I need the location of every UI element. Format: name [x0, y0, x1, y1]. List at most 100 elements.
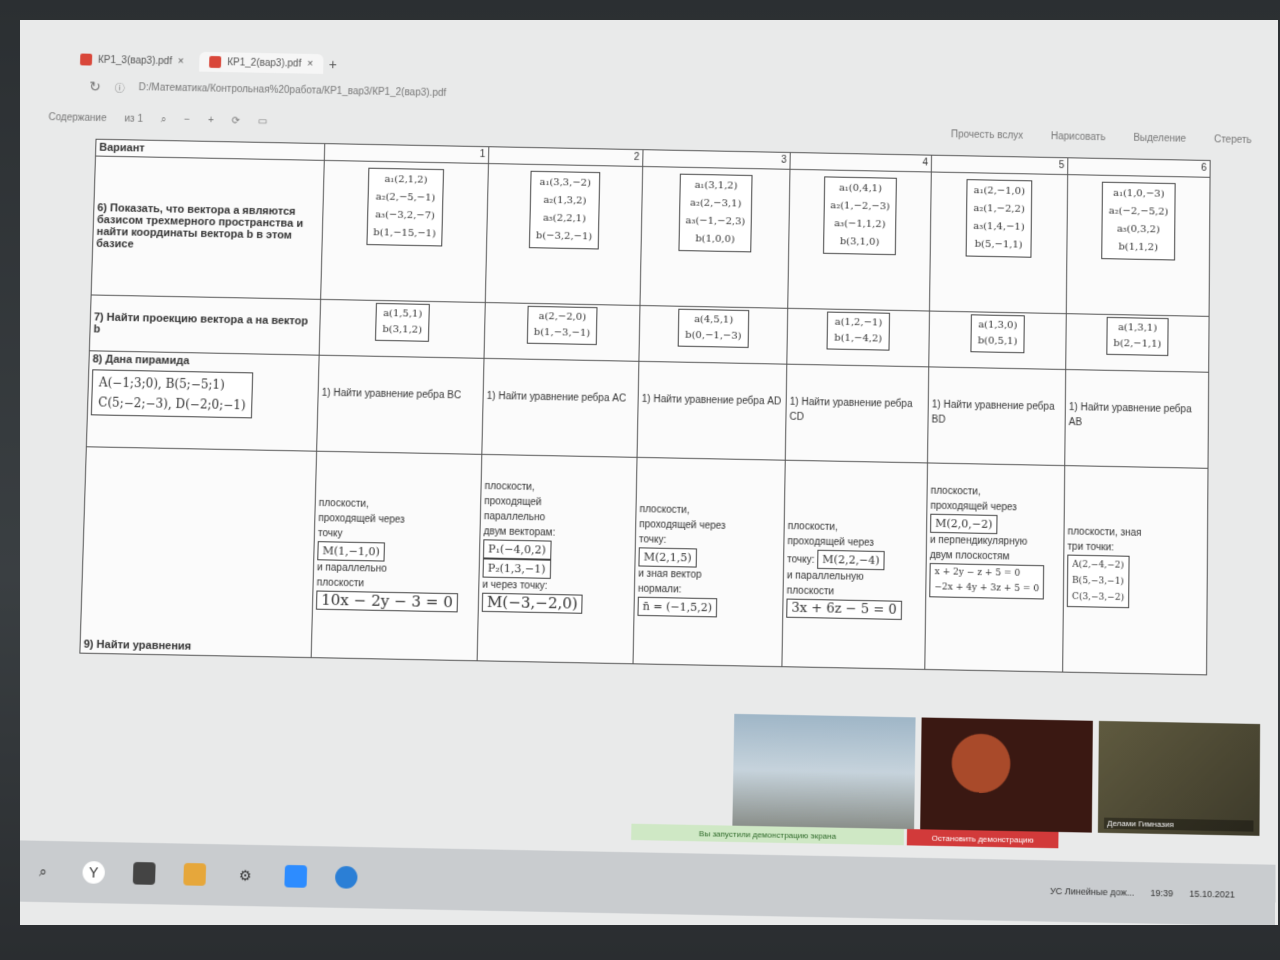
task9-cell: плоскости, проходящей через точку M(1,−1,0… — [311, 451, 482, 661]
task9-cell: плоскости, проходящей через точку: M(2,1,5… — [633, 457, 785, 666]
task9-row: 9) Найти уравнения плоскости, проходящей … — [80, 447, 1208, 675]
equation-box: M(−3,−2,0) — [482, 593, 583, 614]
tab-title: КР1_3(вар3).pdf — [98, 54, 172, 66]
app-icon[interactable] — [133, 862, 156, 885]
task6-cell: a₁(3,1,2) a₂(2,−3,1) a₃(−1,−2,3) b(1,0,0) — [640, 166, 790, 308]
vector-box: a₁(3,1,2) a₂(2,−3,1) a₃(−1,−2,3) b(1,0,0) — [678, 174, 753, 253]
vector-box: a(2,−2,0) b(1,−3,−1) — [527, 306, 598, 345]
point-box: A(2,−4,−2) B(5,−3,−1) C(3,−3,−2) — [1067, 555, 1130, 609]
task7-cell: a(1,2,−1) b(1,−4,2) — [787, 308, 930, 367]
clock-date[interactable]: 15.10.2021 — [1189, 889, 1235, 900]
vector-box: a₁(2,1,2) a₂(2,−5,−1) a₃(−3,2,−7) b(1,−15,−… — [366, 168, 444, 247]
task9-cell: плоскости, зная три точки: A(2,−4,−2) B(5,… — [1063, 466, 1208, 675]
equation-box: x + 2y − z + 5 = 0 −2x + 4y + 3z + 5 = 0 — [929, 563, 1044, 599]
task6-cell: a₁(0,4,1) a₂(1,−2,−3) a₃(−1,1,2) b(3,1,0) — [788, 169, 932, 311]
windows-taskbar: ⌕ Y ⚙ УС Линейные дож... 19:39 15.10.202… — [20, 840, 1275, 925]
vector-box: a(4,5,1) b(0,−1,−3) — [678, 309, 749, 348]
task6-cell: a₁(3,3,−2) a₂(1,3,2) a₃(2,2,1) b(−3,2,−1) — [485, 164, 642, 306]
close-icon[interactable]: × — [178, 56, 184, 67]
page-view-icon[interactable]: ▭ — [258, 116, 268, 127]
task8-cell: 1) Найти уравнение ребра BC — [317, 355, 484, 454]
task7-cell: a(1,5,1) b(3,1,2) — [319, 299, 485, 358]
page-indicator: из 1 — [124, 113, 143, 124]
vector-box: a₁(0,4,1) a₂(1,−2,−3) a₃(−1,1,2) b(3,1,0) — [823, 176, 898, 255]
task7-cell: a(2,−2,0) b(1,−3,−1) — [484, 303, 640, 362]
projected-desktop: КР1_3(вар3).pdf × КР1_2(вар3).pdf × + ↻ … — [20, 20, 1278, 925]
tab-title: КР1_2(вар3).pdf — [227, 57, 301, 69]
edge-icon[interactable] — [335, 866, 358, 889]
erase-button[interactable]: Стереть — [1214, 134, 1252, 146]
pdf-icon — [209, 56, 221, 68]
task7-cell: a(1,3,1) b(2,−1,1) — [1066, 314, 1209, 373]
vector-box: a(1,3,0) b(0,5,1) — [971, 314, 1025, 353]
yandex-browser-icon[interactable]: Y — [82, 861, 105, 884]
vector-box: a(1,5,1) b(3,1,2) — [375, 303, 430, 342]
zoom-out-icon[interactable]: − — [184, 114, 190, 125]
pdf-document: Вариант 1 2 3 4 5 6 6) Показать, что век… — [79, 139, 1209, 676]
vector-box: a(1,3,1) b(2,−1,1) — [1106, 317, 1168, 356]
point-box: M(2,1,5) — [638, 547, 696, 567]
task7-cell: a(1,3,0) b(0,5,1) — [929, 311, 1067, 369]
search-icon[interactable]: ⌕ — [32, 860, 55, 883]
task-table: Вариант 1 2 3 4 5 6 6) Показать, что век… — [79, 139, 1210, 676]
highlight-button[interactable]: Выделение — [1133, 132, 1186, 144]
task8-cell: 1) Найти уравнение ребра AB — [1065, 370, 1209, 469]
projector-screen: КР1_3(вар3).pdf × КР1_2(вар3).pdf × + ↻ … — [20, 20, 1278, 925]
point-box: P₂(1,3,−1) — [483, 558, 551, 578]
task6-cell: a₁(2,1,2) a₂(2,−5,−1) a₃(−3,2,−7) b(1,−15,−… — [321, 160, 489, 302]
task8-cell: 1) Найти уравнение ребра AD — [637, 361, 787, 460]
task6-row: 6) Показать, что вектора a являются бази… — [91, 156, 1210, 316]
equation-box: 10x − 2y − 3 = 0 — [316, 591, 458, 613]
new-tab-button[interactable]: + — [329, 56, 338, 72]
equation-box: 3x + 6z − 5 = 0 — [786, 599, 902, 620]
task9-cell: плоскости, проходящей через точку: M(2,2,−… — [782, 460, 928, 669]
point-box: M(1,−1,0) — [317, 541, 385, 561]
vector-box: a(1,2,−1) b(1,−4,2) — [827, 312, 890, 351]
stop-share-button[interactable]: Остановить демонстрацию — [907, 829, 1059, 848]
address-text[interactable]: D:/Математика/Контрольная%20работа/КР1_в… — [138, 82, 446, 99]
pdf-icon — [80, 54, 92, 66]
close-icon[interactable]: × — [307, 58, 313, 69]
video-tile-participant[interactable]: Делами Гимназия — [1098, 721, 1260, 836]
system-tray: УС Линейные дож... 19:39 15.10.2021 — [1050, 886, 1235, 900]
equation-box: n̄ = (−1,5,2) — [637, 597, 717, 618]
point-box: M(2,2,−4) — [817, 550, 885, 570]
task6-label: 6) Показать, что вектора a являются бази… — [91, 156, 324, 299]
zoom-in-icon[interactable]: + — [208, 115, 214, 126]
info-icon[interactable]: ⓘ — [115, 79, 125, 94]
browser-tab-active[interactable]: КР1_2(вар3).pdf × — [199, 52, 323, 74]
task8-cell: 1) Найти уравнение ребра AC — [482, 358, 639, 457]
vector-box: a₁(3,3,−2) a₂(1,3,2) a₃(2,2,1) b(−3,2,−1) — [529, 171, 601, 250]
task7-cell: a(4,5,1) b(0,−1,−3) — [639, 305, 788, 364]
search-icon[interactable]: ⌕ — [161, 114, 167, 125]
task9-cell: плоскости, проходящей через M(2,0,−2) и п… — [925, 463, 1065, 672]
tray-app-text[interactable]: УС Линейные дож... — [1050, 886, 1134, 898]
draw-button[interactable]: Нарисовать — [1051, 131, 1106, 143]
task6-cell: a₁(2,−1,0) a₂(1,−2,2) a₃(1,4,−1) b(5,−1,1) — [929, 172, 1067, 314]
video-tile-speaker[interactable] — [920, 717, 1093, 832]
contents-button[interactable]: Содержание — [48, 112, 106, 124]
task6-cell: a₁(1,0,−3) a₂(−2,−5,2) a₃(0,3,2) b(1,1,2) — [1066, 175, 1210, 317]
task8-cell-label: 8) Дана пирамида A(−1;3;0), B(5;−5;1) C(5… — [86, 351, 319, 451]
task8-label: 8) Дана пирамида — [92, 353, 315, 369]
task7-label: 7) Найти проекцию вектора a на вектор b — [89, 295, 320, 355]
point-box: M(2,0,−2) — [930, 514, 998, 534]
browser-tab[interactable]: КР1_3(вар3).pdf × — [70, 49, 194, 71]
pyramid-box: A(−1;3;0), B(5;−5;1) C(5;−2;−3), D(−2;0;−… — [91, 369, 254, 418]
folder-icon[interactable] — [183, 863, 206, 886]
task9-cell: плоскости, проходящей параллельно двум вект… — [477, 454, 637, 663]
task8-cell: 1) Найти уравнение ребра BD — [927, 367, 1065, 466]
task8-cell: 1) Найти уравнение ребра CD — [785, 364, 928, 463]
point-box: P₁(−4,0,2) — [483, 539, 551, 559]
reload-icon[interactable]: ↻ — [89, 78, 101, 95]
rotate-icon[interactable]: ⟳ — [231, 115, 240, 126]
task9-label: 9) Найти уравнения — [80, 447, 317, 658]
video-tile-classroom[interactable] — [732, 714, 915, 829]
zoom-icon[interactable] — [284, 865, 307, 888]
vector-box: a₁(1,0,−3) a₂(−2,−5,2) a₃(0,3,2) b(1,1,2) — [1101, 182, 1175, 261]
clock-time[interactable]: 19:39 — [1150, 888, 1173, 899]
vector-box: a₁(2,−1,0) a₂(1,−2,2) a₃(1,4,−1) b(5,−1,1) — [966, 179, 1032, 258]
read-aloud-button[interactable]: Прочесть вслух — [951, 129, 1023, 141]
gear-icon[interactable]: ⚙ — [234, 864, 257, 887]
participant-name: Делами Гимназия — [1104, 818, 1254, 832]
